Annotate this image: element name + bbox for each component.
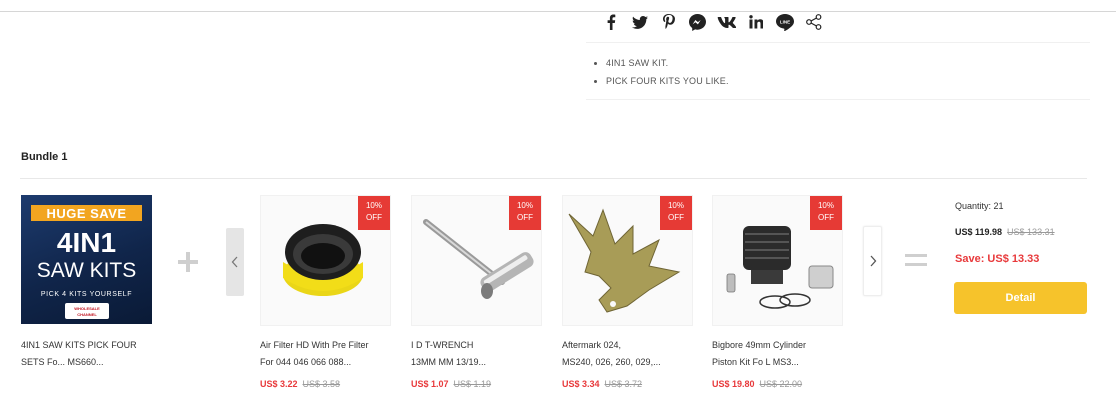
product-card-t-wrench[interactable]: 10% OFF xyxy=(411,195,542,326)
old-price: US$ 22.00 xyxy=(759,379,803,389)
discount-badge: 10% OFF xyxy=(810,196,842,230)
bundle-title: Bundle 1 xyxy=(21,151,68,163)
name-line: Aftermark 024, xyxy=(562,340,622,350)
price: US$ 1.07 xyxy=(411,379,449,389)
name-line: For 044 046 066 088... xyxy=(260,357,352,367)
product-name-t-wrench[interactable]: I D T-WRENCH 13MM MM 13/19... xyxy=(411,337,556,371)
discount-badge: 10% OFF xyxy=(509,196,541,230)
vk-icon[interactable] xyxy=(712,12,741,32)
twitter-icon[interactable] xyxy=(625,12,654,32)
plus-icon xyxy=(176,250,200,274)
product-card-bumper-spike[interactable]: 10% OFF xyxy=(562,195,693,326)
description-bullet: PICK FOUR KITS YOU LIKE. xyxy=(606,72,729,90)
chevron-left-icon xyxy=(231,256,238,268)
old-price: US$ 1.19 xyxy=(453,379,492,389)
old-price: US$ 3.58 xyxy=(302,379,341,389)
save-amount: Save: US$ 13.33 xyxy=(955,253,1040,265)
share-bar: LINE xyxy=(596,12,828,32)
badge-text: 10% xyxy=(817,201,834,210)
total-price: US$ 119.98 xyxy=(955,227,1003,237)
share-icon[interactable] xyxy=(799,12,828,32)
image-text-pick: PICK 4 KITS YOURSELF xyxy=(40,291,133,298)
price-row: US$ 19.80 US$ 22.00 xyxy=(712,379,802,389)
pinterest-icon[interactable] xyxy=(654,12,683,32)
name-line: MS240, 026, 260, 029,... xyxy=(562,357,661,367)
description-bullet: 4IN1 SAW KIT. xyxy=(606,54,729,72)
name-line: 13MM MM 13/19... xyxy=(411,357,487,367)
price: US$ 19.80 xyxy=(712,379,755,389)
name-line: SETS Fo... MS660... xyxy=(21,357,104,367)
main-product-name[interactable]: 4IN1 SAW KITS PICK FOUR SETS Fo... MS660… xyxy=(21,337,161,371)
price: US$ 3.22 xyxy=(260,379,298,389)
name-line: Piston Kit Fo L MS3... xyxy=(712,357,799,367)
main-product-image[interactable]: HUGE SAVE 4IN1 SAW KITS PICK 4 KITS YOUR… xyxy=(21,195,152,324)
product-name-air-filter[interactable]: Air Filter HD With Pre Filter For 044 04… xyxy=(260,337,405,371)
logo-text: CHANNEL xyxy=(77,312,97,317)
name-line: 4IN1 SAW KITS PICK FOUR xyxy=(21,340,137,350)
image-text-saw-kits: SAW KITS xyxy=(36,259,137,282)
badge-text: 10% xyxy=(667,201,684,210)
carousel-next-button[interactable] xyxy=(863,226,882,296)
messenger-icon[interactable] xyxy=(683,12,712,32)
price-row: US$ 3.22 US$ 3.58 xyxy=(260,379,340,389)
equals-icon xyxy=(905,252,927,268)
badge-text: OFF xyxy=(668,213,684,222)
top-divider xyxy=(0,11,1116,12)
name-line: Air Filter HD With Pre Filter xyxy=(260,340,369,350)
image-text-huge-save: HUGE SAVE xyxy=(46,206,127,221)
detail-button[interactable]: Detail xyxy=(954,282,1087,314)
badge-text: 10% xyxy=(365,201,382,210)
badge-text: 10% xyxy=(516,201,533,210)
badge-text: OFF xyxy=(366,213,382,222)
logo-text: WHOLESALE xyxy=(74,306,100,311)
wholesale-channel-logo: WHOLESALE CHANNEL xyxy=(65,303,109,319)
product-card-air-filter[interactable]: 10% OFF xyxy=(260,195,391,326)
image-text-4in1: 4IN1 xyxy=(56,227,117,258)
badge-text: OFF xyxy=(818,213,834,222)
badge-text: OFF xyxy=(517,213,533,222)
quantity-text: Quantity: 21 xyxy=(955,201,1004,211)
product-name-bumper-spike[interactable]: Aftermark 024, MS240, 026, 260, 029,... xyxy=(562,337,707,371)
linkedin-icon[interactable] xyxy=(741,12,770,32)
description-list: 4IN1 SAW KIT. PICK FOUR KITS YOU LIKE. xyxy=(586,54,729,90)
bundle-divider xyxy=(20,178,1087,179)
name-line: Bigbore 49mm Cylinder xyxy=(712,340,807,350)
name-line: I D T-WRENCH xyxy=(411,340,474,350)
carousel-prev-button[interactable] xyxy=(226,228,244,296)
discount-badge: 10% OFF xyxy=(358,196,390,230)
discount-badge: 10% OFF xyxy=(660,196,692,230)
old-price: US$ 3.72 xyxy=(604,379,643,389)
product-name-cylinder-kit[interactable]: Bigbore 49mm Cylinder Piston Kit Fo L MS… xyxy=(712,337,857,371)
total-old-price: US$ 133.31 xyxy=(1007,227,1055,237)
price: US$ 3.34 xyxy=(562,379,600,389)
facebook-icon[interactable] xyxy=(596,12,625,32)
price-row: US$ 3.34 US$ 3.72 xyxy=(562,379,642,389)
line-icon[interactable]: LINE xyxy=(770,12,799,32)
svg-text:LINE: LINE xyxy=(779,19,789,24)
description-box: 4IN1 SAW KIT. PICK FOUR KITS YOU LIKE. xyxy=(586,42,1090,100)
price-row: US$ 1.07 US$ 1.19 xyxy=(411,379,491,389)
bundle-total: US$ 119.98 US$ 133.31 xyxy=(955,227,1055,237)
chevron-right-icon xyxy=(870,255,876,267)
product-card-cylinder-kit[interactable]: 10% OFF xyxy=(712,195,843,326)
